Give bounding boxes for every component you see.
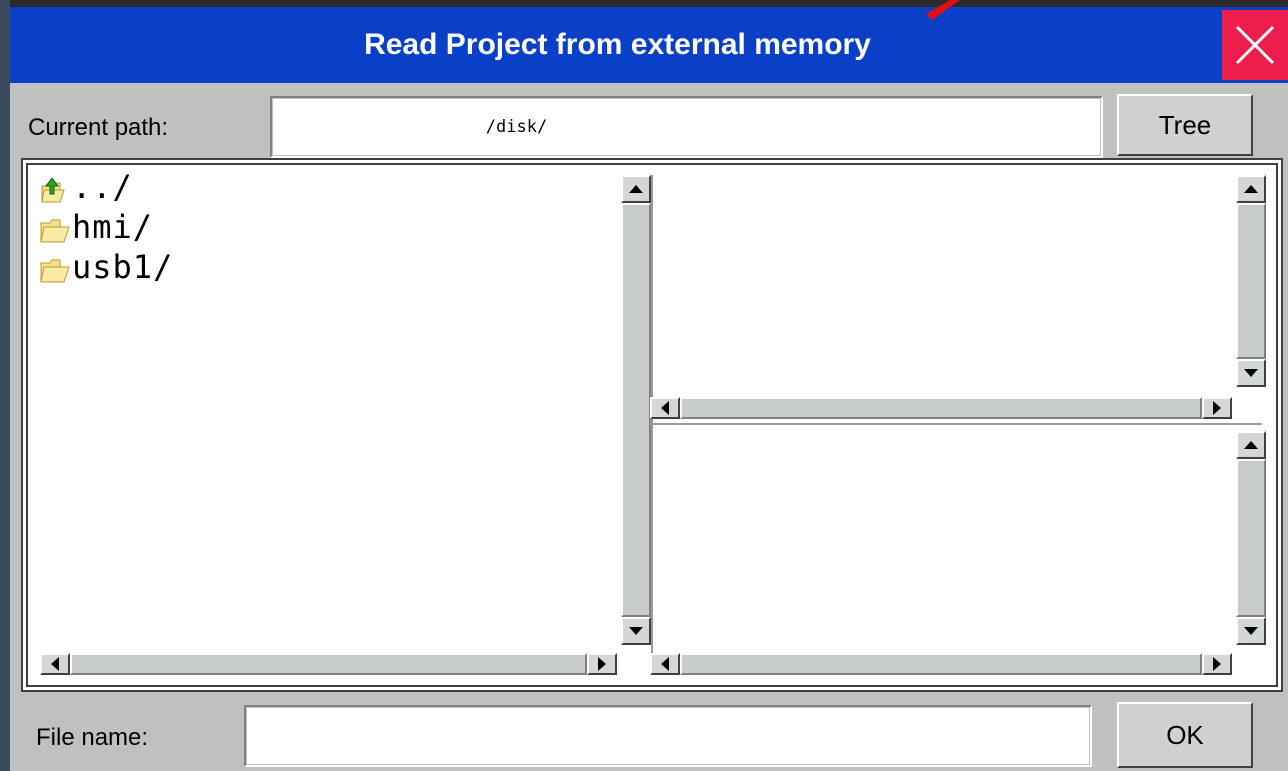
scroll-up-button[interactable] [621, 175, 651, 203]
arrow-down-icon [1244, 369, 1258, 377]
tree-button-label: Tree [1158, 109, 1212, 140]
list-item-label: usb1/ [72, 248, 174, 286]
title-bar: Read Project from external memory [10, 7, 1288, 83]
scroll-up-button[interactable] [1236, 175, 1266, 203]
folder-icon [40, 254, 70, 283]
preview-pane-top [653, 165, 1233, 391]
window-top-edge [10, 0, 1288, 7]
file-name-label: File name: [36, 724, 149, 751]
arrow-left-icon [51, 657, 59, 671]
arrow-right-icon [1213, 401, 1221, 415]
scroll-right-button[interactable] [587, 653, 617, 675]
file-list-pane[interactable]: ../ hmi/ usb1/ [28, 165, 618, 649]
folder-icon [40, 214, 70, 243]
left-vertical-scrollbar[interactable] [621, 175, 651, 645]
top-right-vertical-scrollbar[interactable] [1236, 175, 1266, 387]
arrow-right-icon [1213, 657, 1221, 671]
list-item-label: ../ [72, 168, 133, 206]
list-item[interactable]: usb1/ [40, 247, 173, 287]
file-name-field[interactable] [244, 705, 1092, 767]
scroll-thumb[interactable] [621, 203, 651, 617]
bottom-right-vertical-scrollbar[interactable] [1236, 431, 1266, 645]
preview-pane-bottom [653, 425, 1233, 649]
arrow-up-icon [1244, 185, 1258, 193]
file-browser-inner: ../ hmi/ usb1/ [26, 163, 1278, 687]
tree-button[interactable]: Tree [1117, 94, 1253, 156]
current-path-value: /disk/ [485, 117, 548, 137]
scroll-thumb[interactable] [70, 653, 587, 675]
list-item[interactable]: hmi/ [40, 207, 153, 247]
current-path-field[interactable]: /disk/ [270, 96, 1103, 158]
top-right-horizontal-scrollbar[interactable] [650, 397, 1232, 419]
ok-button-label: OK [1166, 719, 1204, 750]
pointer-arrow-icon [926, 0, 960, 20]
window-title: Read Project from external memory [364, 28, 871, 61]
scroll-down-button[interactable] [1236, 617, 1266, 645]
file-browser: ../ hmi/ usb1/ [21, 158, 1283, 692]
arrow-right-icon [598, 657, 606, 671]
scroll-left-button[interactable] [40, 653, 70, 675]
arrow-up-icon [629, 185, 643, 193]
arrow-up-icon [1244, 441, 1258, 449]
left-horizontal-scrollbar[interactable] [40, 653, 617, 675]
scroll-left-button[interactable] [650, 397, 680, 419]
arrow-down-icon [629, 627, 643, 635]
bottom-right-horizontal-scrollbar[interactable] [650, 653, 1232, 675]
scroll-right-button[interactable] [1202, 653, 1232, 675]
scroll-thumb[interactable] [680, 397, 1202, 419]
list-item-label: hmi/ [72, 208, 154, 246]
parent-folder-icon [40, 174, 70, 203]
scroll-left-button[interactable] [650, 653, 680, 675]
window-left-edge [0, 0, 10, 771]
scroll-down-button[interactable] [1236, 359, 1266, 387]
arrow-left-icon [661, 657, 669, 671]
list-item[interactable]: ../ [40, 167, 133, 207]
scroll-down-button[interactable] [621, 617, 651, 645]
scroll-thumb[interactable] [680, 653, 1202, 675]
close-x-icon [1235, 25, 1275, 65]
scroll-up-button[interactable] [1236, 431, 1266, 459]
arrow-down-icon [1244, 627, 1258, 635]
close-button[interactable] [1222, 10, 1288, 80]
ok-button[interactable]: OK [1117, 702, 1253, 768]
scroll-right-button[interactable] [1202, 397, 1232, 419]
scroll-thumb[interactable] [1236, 459, 1266, 617]
arrow-left-icon [661, 401, 669, 415]
scroll-thumb[interactable] [1236, 203, 1266, 359]
current-path-label: Current path: [28, 114, 169, 141]
